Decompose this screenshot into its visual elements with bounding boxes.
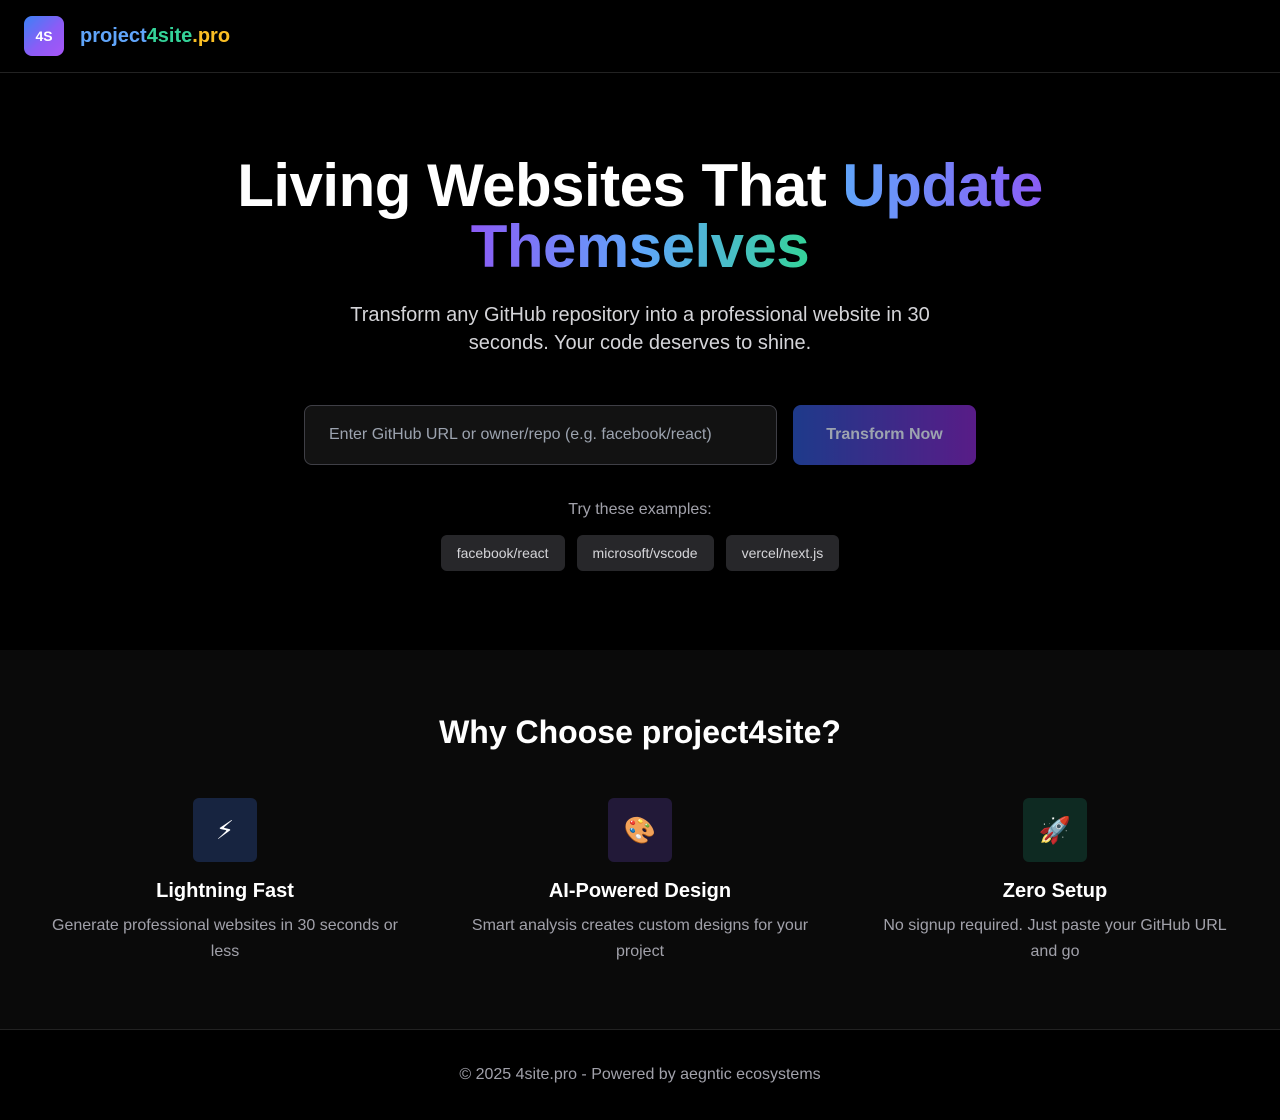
hero-title: Living Websites That Update Themselves: [237, 155, 1043, 277]
features-section: Why Choose project4site? ⚡ Lightning Fas…: [0, 650, 1280, 1030]
feature-title: Lightning Fast: [156, 880, 294, 902]
site-footer: © 2025 4site.pro - Powered by aegntic ec…: [0, 1030, 1280, 1120]
hero-title-gradient-themselves: Themselves: [470, 213, 810, 280]
examples-label: Try these examples:: [568, 501, 712, 518]
feature-card: 🎨 AI-Powered Design Smart analysis creat…: [455, 798, 825, 965]
palette-icon: 🎨: [608, 798, 672, 862]
feature-card: ⚡ Lightning Fast Generate professional w…: [40, 798, 410, 965]
feature-description: Generate professional websites in 30 sec…: [52, 917, 398, 960]
feature-grid: ⚡ Lightning Fast Generate professional w…: [40, 798, 1240, 965]
hero-subtitle: Transform any GitHub repository into a p…: [350, 304, 930, 354]
feature-card: 🚀 Zero Setup No signup required. Just pa…: [870, 798, 1240, 965]
hero-title-gradient-update: Update: [842, 152, 1043, 219]
github-url-input[interactable]: [304, 405, 777, 465]
features-title: Why Choose project4site?: [439, 714, 841, 750]
lightning-icon: ⚡: [193, 798, 257, 862]
example-chip-facebook-react[interactable]: facebook/react: [440, 535, 565, 571]
brand-part-pro: .pro: [192, 24, 231, 47]
brand-name[interactable]: project 4site .pro: [80, 25, 230, 48]
hero-title-white: Living Websites That: [237, 152, 843, 219]
brand-part-4site: 4site: [146, 24, 193, 47]
transform-now-button[interactable]: Transform Now: [793, 405, 976, 465]
logo-badge[interactable]: 4S: [24, 16, 64, 56]
example-chips: facebook/react microsoft/vscode vercel/n…: [440, 535, 840, 571]
example-chip-vercel-nextjs[interactable]: vercel/next.js: [725, 535, 840, 571]
site-header: 4S project 4site .pro: [0, 0, 1280, 73]
hero-section: Living Websites That Update Themselves T…: [0, 73, 1280, 650]
example-chip-microsoft-vscode[interactable]: microsoft/vscode: [576, 535, 714, 571]
feature-description: Smart analysis creates custom designs fo…: [471, 917, 809, 960]
feature-description: No signup required. Just paste your GitH…: [883, 917, 1227, 960]
feature-title: AI-Powered Design: [548, 880, 732, 902]
repo-form: Transform Now: [304, 405, 976, 465]
brand-part-project: project: [80, 24, 147, 47]
feature-title: Zero Setup: [1002, 880, 1108, 902]
rocket-icon: 🚀: [1023, 798, 1087, 862]
footer-copyright: © 2025 4site.pro - Powered by aegntic ec…: [459, 1066, 821, 1083]
